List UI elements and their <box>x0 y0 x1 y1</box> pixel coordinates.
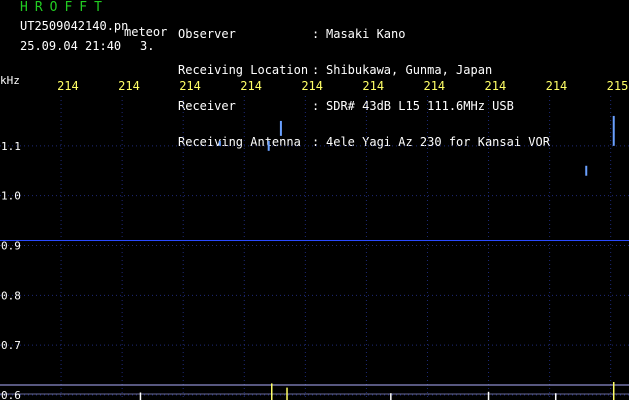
y-tick-label: 0.6 <box>1 389 21 400</box>
x-tick-label: 214 <box>485 79 507 93</box>
y-tick-label: 1.1 <box>1 140 21 153</box>
spectrogram-chart: 214 214 214 214 214 214 214 214 214 2150 1.1 1.0 0.9… <box>0 74 629 400</box>
x-tick-label: 2150 <box>607 79 629 93</box>
x-tick-label: 214 <box>423 79 445 93</box>
y-tick-label: 1.0 <box>1 190 21 203</box>
x-tick-label: 214 <box>179 79 201 93</box>
x-tick-label: 214 <box>546 79 568 93</box>
y-tick-label: 0.8 <box>1 289 21 302</box>
x-tick-label: 214 <box>118 79 140 93</box>
x-tick-label: 214 <box>240 79 262 93</box>
y-axis-unit: kHz <box>0 74 20 87</box>
x-tick-label: 214 <box>362 79 384 93</box>
y-tick-label: 0.9 <box>1 240 21 253</box>
labels-layer: 214 214 214 214 214 214 214 214 214 2150 1.1 1.0 0.9… <box>1 79 629 400</box>
y-tick-label: 0.7 <box>1 339 21 352</box>
grid-layer <box>0 96 629 400</box>
marks-layer <box>0 115 629 400</box>
x-tick-label: 214 <box>57 79 79 93</box>
x-tick-label: 214 <box>301 79 323 93</box>
